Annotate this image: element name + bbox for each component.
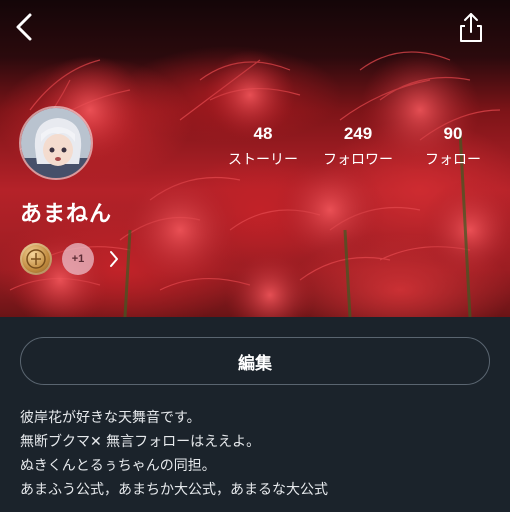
avatar[interactable] (19, 106, 93, 180)
bio-line: ぬきくんとるぅちゃんの同担。 (20, 458, 216, 474)
stat-stories-label: ストーリー (228, 152, 298, 168)
badge-more-count[interactable]: +1 (62, 243, 94, 275)
bio-line: 無断ブクマ✕ 無言フォローはええよ。 (20, 434, 261, 450)
stat-following-count: 90 (443, 124, 463, 143)
coin-emblem (26, 249, 46, 269)
chevron-left-icon (16, 13, 32, 41)
profile-bio: 彼岸花が好きな天舞音です。 無断ブクマ✕ 無言フォローはええよ。 ぬきくんとるぅ… (20, 406, 490, 502)
share-button[interactable] (456, 10, 486, 44)
stat-stories[interactable]: 48 ストーリー (218, 124, 308, 169)
back-button[interactable] (10, 10, 40, 44)
bio-line: 彼岸花が好きな天舞音です。 (20, 410, 201, 426)
stat-following[interactable]: 90 フォロー (408, 124, 498, 169)
profile-header: 48 ストーリー 249 フォロワー 90 フォロー あまねん +1 (0, 0, 510, 317)
badges-expand-button[interactable] (107, 249, 121, 269)
stat-followers-count: 249 (343, 124, 373, 143)
stat-followers-label: フォロワー (323, 152, 393, 168)
stat-following-label: フォロー (425, 152, 481, 168)
edit-profile-button[interactable]: 編集 (20, 337, 490, 385)
stat-followers[interactable]: 249 フォロワー (313, 124, 403, 169)
bio-line: あまふう公式，あまちか大公式，あまるな大公式 (20, 482, 328, 498)
chevron-right-icon (110, 251, 118, 267)
stat-stories-count: 48 (253, 124, 273, 143)
username: あまねん (20, 202, 113, 227)
share-icon (460, 13, 482, 42)
badge-coin-icon[interactable] (20, 243, 52, 275)
